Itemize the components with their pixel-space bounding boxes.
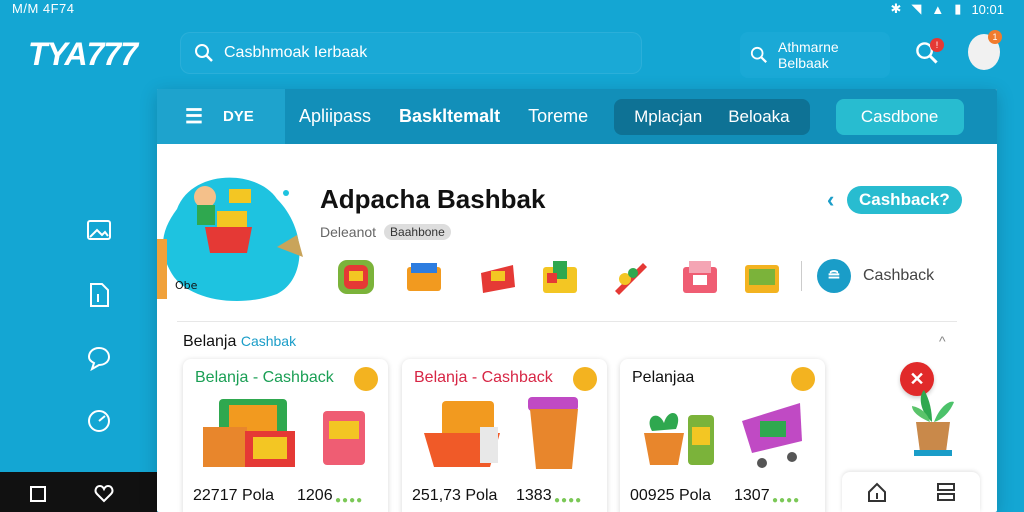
tab-3[interactable]: Toreme xyxy=(514,106,602,127)
plant-icon xyxy=(912,390,954,456)
battery-icon: ▮ xyxy=(954,1,962,16)
heart-icon[interactable] xyxy=(94,485,114,503)
status-carrier: M/M 4F74 xyxy=(12,1,75,16)
avatar[interactable]: 1 xyxy=(968,30,1002,70)
subtitle-badge: Baahbone xyxy=(384,224,451,240)
tab-group-2[interactable]: Beloaka xyxy=(728,107,789,127)
coin-icon xyxy=(791,367,815,391)
cashback-chip-label: Cashback xyxy=(863,267,935,284)
search-bar[interactable]: Casbhmoak Ierbaak xyxy=(180,32,642,74)
hero-label: Obe xyxy=(175,279,198,292)
notification-button[interactable]: ! xyxy=(910,36,944,70)
cashback-chip[interactable]: ≘ Cashback xyxy=(817,259,934,293)
notification-badge: ! xyxy=(930,38,944,52)
menu-label: DYE xyxy=(222,108,254,125)
search-input[interactable]: Casbhmoak Ierbaak xyxy=(224,44,367,62)
subtitle-text: Deleanot xyxy=(320,224,377,240)
card-price: 251,73 Pola xyxy=(412,487,498,504)
account-line2: Belbaak xyxy=(778,55,829,71)
rating-dots-icon: ●●●● xyxy=(772,495,801,506)
cashback-pill-button[interactable]: Cashback? xyxy=(847,186,962,214)
page-subtitle: Deleanot Baahbone xyxy=(320,224,451,240)
tab-group-1[interactable]: Mplacjan xyxy=(634,107,702,127)
category-groceries-icon[interactable] xyxy=(741,257,783,297)
list-icon[interactable] xyxy=(935,481,957,503)
category-drink-icon[interactable] xyxy=(539,257,581,297)
product-card[interactable]: Pelanjaa 00925 Pola 1307 ●●●● xyxy=(620,359,825,512)
gauge-icon[interactable] xyxy=(86,408,112,434)
cashback-icon: ≘ xyxy=(817,259,851,293)
status-bar: M/M 4F74 ✱ ◥ ▲ ▮ 10:01 xyxy=(0,0,1024,18)
category-box-icon[interactable] xyxy=(403,257,445,297)
page-title: Adpacha Bashbak xyxy=(320,184,546,214)
account-box[interactable]: Athmarne Belbaak xyxy=(740,32,890,78)
category-divider xyxy=(801,261,802,291)
hamburger-icon: ☰ xyxy=(185,106,203,128)
section-title: Belanja Cashbak xyxy=(183,333,296,351)
section-divider xyxy=(177,321,957,322)
category-gift-icon[interactable] xyxy=(477,257,519,297)
card-count: 1383 xyxy=(516,487,552,504)
account-line1: Athmarne xyxy=(778,39,839,55)
avatar-badge: 1 xyxy=(988,30,1002,44)
wifi-icon: ◥ xyxy=(911,1,922,16)
image-icon[interactable] xyxy=(86,218,112,244)
card-product-illustration xyxy=(644,403,802,468)
card-title: Belanja - Cashback xyxy=(414,369,553,386)
chevron-left-icon[interactable]: ‹ xyxy=(827,187,834,213)
category-fruit-icon[interactable] xyxy=(609,257,651,297)
bluetooth-icon: ✱ xyxy=(890,1,902,16)
card-title: Pelanjaa xyxy=(632,369,695,386)
rating-dots-icon: ●●●● xyxy=(554,495,583,506)
system-nav-bar xyxy=(0,472,157,512)
card-count: 1307 xyxy=(734,487,770,504)
coin-icon xyxy=(354,367,378,391)
tab-group: Mplacjan Beloaka xyxy=(614,98,810,135)
menu-button[interactable]: ☰ DYE xyxy=(157,89,285,144)
card-count: 1206 xyxy=(297,487,333,504)
category-snack-icon[interactable] xyxy=(335,257,377,297)
status-icons: ✱ ◥ ▲ ▮ 10:01 xyxy=(891,1,1004,17)
signal-icon: ▲ xyxy=(931,1,945,17)
document-icon[interactable] xyxy=(86,282,112,308)
search-icon xyxy=(750,46,767,63)
card-price: 22717 Pola xyxy=(193,487,274,504)
chat-icon[interactable] xyxy=(86,345,112,371)
product-card[interactable]: Belanja - Cashback 22717 Pola 1206 ●●●● xyxy=(183,359,388,512)
category-basket-icon[interactable] xyxy=(679,257,721,297)
bottom-dock xyxy=(842,472,980,512)
card-product-illustration xyxy=(424,397,578,469)
card-title: Belanja - Cashback xyxy=(195,369,334,386)
coin-icon xyxy=(573,367,597,391)
search-icon xyxy=(195,44,213,62)
recents-icon[interactable] xyxy=(30,486,46,502)
tab-1[interactable]: Apliipass xyxy=(285,106,385,127)
card-price: 00925 Pola xyxy=(630,487,711,504)
status-time: 10:01 xyxy=(971,1,1004,17)
tab-bar: ☰ DYE Apliipass Baskltemalt Toreme Mplac… xyxy=(157,89,997,144)
card-product-illustration xyxy=(203,399,365,467)
product-card[interactable]: Belanja - Cashback 251,73 Pola 1383 ●●●● xyxy=(402,359,607,512)
cashback-cta-button[interactable]: Casdbone xyxy=(835,98,964,135)
home-icon[interactable] xyxy=(866,481,888,503)
tab-2[interactable]: Baskltemalt xyxy=(385,106,514,127)
app-logo[interactable]: TYA777 xyxy=(28,36,138,73)
chevron-up-icon[interactable]: ^ xyxy=(939,333,946,349)
shopping-hero-illustration: Obe xyxy=(157,177,303,302)
rating-dots-icon: ●●●● xyxy=(335,495,364,506)
main-panel: ☰ DYE Apliipass Baskltemalt Toreme Mplac… xyxy=(157,89,997,512)
section-label: Belanja xyxy=(183,333,237,350)
section-accent: Cashbak xyxy=(240,333,297,349)
